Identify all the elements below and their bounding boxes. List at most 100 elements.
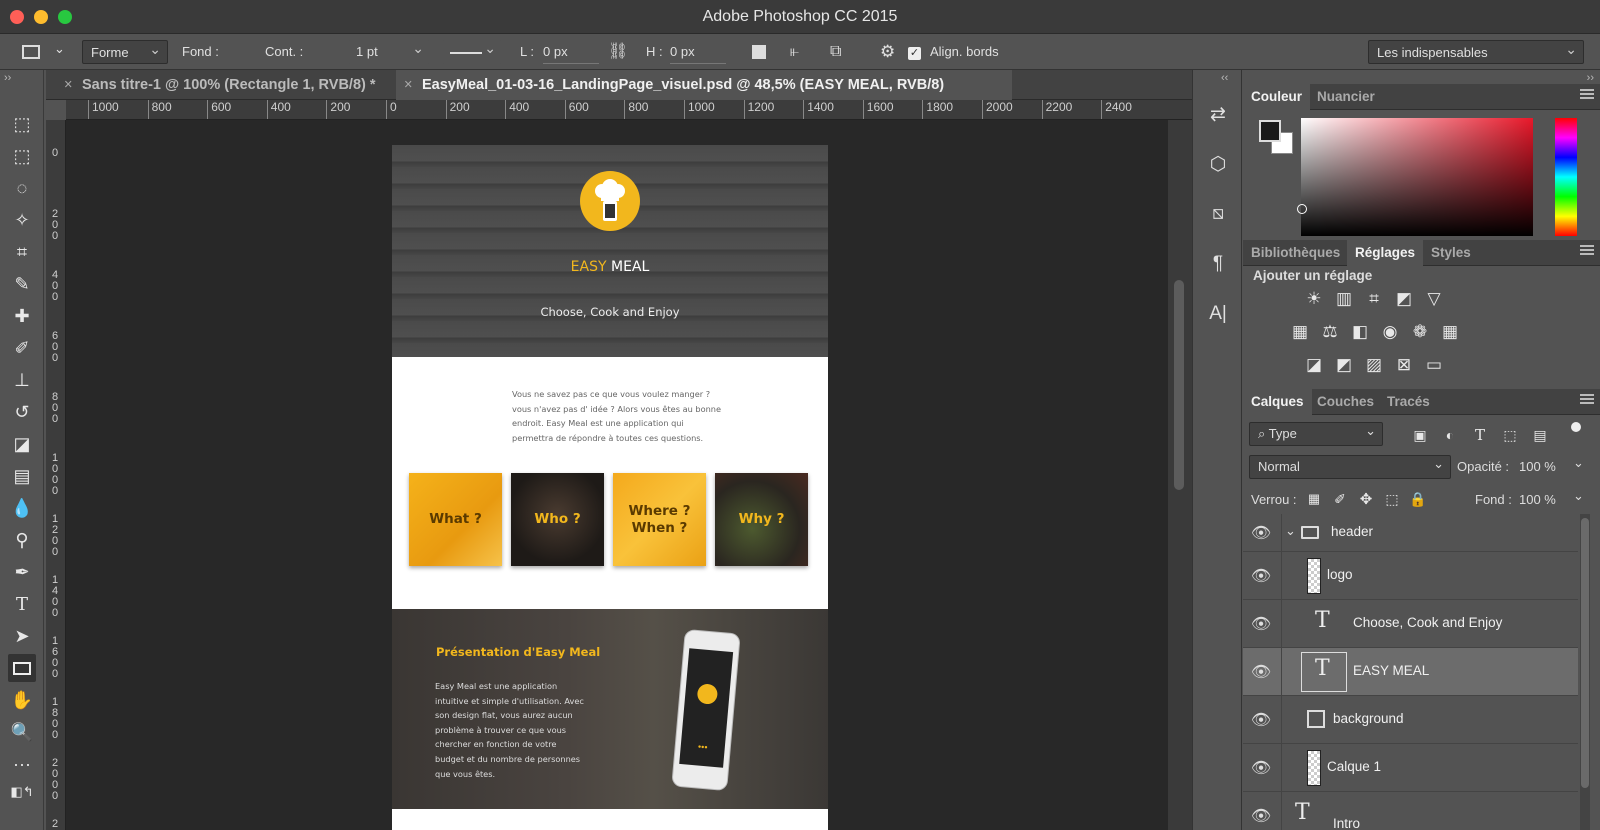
scrollbar-thumb[interactable]: [1174, 280, 1184, 490]
lock-artboard-icon[interactable]: ⬚: [1381, 488, 1403, 510]
panel-menu-icon[interactable]: [1580, 89, 1594, 99]
panel-menu-icon[interactable]: [1580, 394, 1594, 404]
history-panel-icon[interactable]: ⇄: [1203, 100, 1233, 128]
zoom-tool-icon[interactable]: 🔍: [8, 718, 36, 746]
artboard-tool-icon[interactable]: ⬚: [8, 110, 36, 138]
collapse-panels-icon[interactable]: ››: [1587, 72, 1594, 84]
layer-row-header[interactable]: 👁 ⌄ header: [1243, 514, 1578, 552]
swap-colors-icon[interactable]: ◧↰: [8, 778, 36, 806]
pen-tool-icon[interactable]: ✒: [8, 558, 36, 586]
type-tool-icon[interactable]: T: [8, 590, 36, 618]
fill-field[interactable]: 100 %: [1519, 492, 1556, 507]
dodge-tool-icon[interactable]: ⚲: [8, 526, 36, 554]
filter-type-icon[interactable]: T: [1469, 424, 1491, 446]
threshold-icon[interactable]: ▨: [1363, 354, 1385, 376]
collapse-dock-icon[interactable]: ‹‹: [1221, 72, 1228, 84]
path-alignment-icon[interactable]: ⫦: [790, 40, 799, 64]
stroke-style-dropdown[interactable]: [442, 36, 502, 64]
tab-calques[interactable]: Calques: [1243, 389, 1312, 415]
canvas-scrollbar[interactable]: [1168, 120, 1192, 830]
align-edges-checkbox[interactable]: ✓: [908, 40, 921, 64]
visibility-eye-icon[interactable]: 👁: [1249, 804, 1273, 828]
foreground-color-swatch[interactable]: [1259, 120, 1281, 142]
path-operations-icon[interactable]: [752, 40, 766, 64]
visibility-eye-icon[interactable]: 👁: [1249, 564, 1273, 588]
invert-icon[interactable]: ◪: [1303, 354, 1325, 376]
hand-tool-icon[interactable]: ✋: [8, 686, 36, 714]
rectangle-tool-icon[interactable]: [8, 654, 36, 682]
eraser-tool-icon[interactable]: ◪: [8, 430, 36, 458]
blend-mode-dropdown[interactable]: Normal ⌄: [1249, 455, 1451, 479]
filter-adjustment-icon[interactable]: ◐: [1439, 424, 1461, 446]
layer-row-easy-meal[interactable]: 👁 T EASY MEAL: [1243, 648, 1578, 696]
collapse-toolbar-icon[interactable]: ››: [4, 72, 11, 84]
layer-row-logo[interactable]: 👁 logo: [1243, 552, 1578, 600]
layer-row-calque-1[interactable]: 👁 Calque 1: [1243, 744, 1578, 792]
tab-couches[interactable]: Couches: [1309, 389, 1382, 415]
crop-tool-icon[interactable]: ⌗: [8, 238, 36, 266]
channel-mixer-icon[interactable]: ❁: [1409, 321, 1431, 343]
visibility-eye-icon[interactable]: 👁: [1249, 756, 1273, 780]
vertical-ruler[interactable]: 0 2 0 0 4 0 0 6 0 0 8 0 0 1 0 0 0 1 2 0 0 1 4 0…: [46, 120, 66, 830]
magic-wand-tool-icon[interactable]: ✧: [8, 206, 36, 234]
paragraph-panel-icon[interactable]: ¶: [1203, 250, 1233, 278]
color-picker-marker[interactable]: [1297, 204, 1307, 214]
vibrance-icon[interactable]: ▽: [1423, 288, 1445, 310]
visibility-eye-icon[interactable]: 👁: [1249, 660, 1273, 684]
tool-preset-picker[interactable]: ⌄: [22, 40, 68, 64]
curves-icon[interactable]: ⌗: [1363, 288, 1385, 310]
tab-couleur[interactable]: Couleur: [1243, 84, 1311, 110]
marquee-tool-icon[interactable]: ⬚: [8, 142, 36, 170]
path-arrangement-icon[interactable]: ⧉: [830, 40, 841, 64]
filter-pixel-icon[interactable]: ▣: [1409, 424, 1431, 446]
close-tab-icon[interactable]: ×: [404, 70, 412, 100]
photo-filter-icon[interactable]: ◉: [1379, 321, 1401, 343]
hue-slider[interactable]: [1555, 118, 1577, 236]
black-white-icon[interactable]: ◧: [1349, 321, 1371, 343]
color-field[interactable]: [1301, 118, 1533, 236]
tab-easymeal[interactable]: × EasyMeal_01-03-16_LandingPage_visuel.p…: [396, 70, 1012, 100]
healing-brush-tool-icon[interactable]: ✚: [8, 302, 36, 330]
tab-nuancier[interactable]: Nuancier: [1309, 84, 1383, 110]
tab-styles[interactable]: Styles: [1423, 240, 1479, 266]
more-tools-icon[interactable]: ···: [8, 750, 36, 778]
horizontal-ruler[interactable]: 1000 800 600 400 200 0 200 400 600 800 1000 1200 140…: [66, 100, 1192, 120]
opacity-field[interactable]: 100 %: [1519, 459, 1556, 474]
brush-tool-icon[interactable]: ✐: [8, 334, 36, 362]
color-lookup-icon[interactable]: ▦: [1439, 321, 1461, 343]
layer-row-tagline[interactable]: 👁 T Choose, Cook and Enjoy: [1243, 600, 1578, 648]
blur-tool-icon[interactable]: 💧: [8, 494, 36, 522]
scrollbar-thumb[interactable]: [1581, 518, 1589, 788]
tab-bibliotheques[interactable]: Bibliothèques: [1243, 240, 1348, 266]
document-artboard[interactable]: EASY MEAL Choose, Cook and Enjoy Vous ne…: [392, 145, 828, 830]
tab-untitled[interactable]: × Sans titre-1 @ 100% (Rectangle 1, RVB/…: [56, 70, 398, 100]
lock-position-icon[interactable]: ✥: [1355, 488, 1377, 510]
lock-all-icon[interactable]: 🔒: [1407, 488, 1429, 510]
gear-icon[interactable]: ⚙: [880, 40, 895, 64]
filter-toggle[interactable]: [1571, 422, 1581, 444]
clone-stamp-tool-icon[interactable]: ⊥: [8, 366, 36, 394]
layer-filter-dropdown[interactable]: ⌕ Type ⌄: [1249, 422, 1383, 446]
history-brush-tool-icon[interactable]: ↺: [8, 398, 36, 426]
hue-saturation-icon[interactable]: ▦: [1289, 321, 1311, 343]
path-selection-tool-icon[interactable]: ➤: [8, 622, 36, 650]
gradient-tool-icon[interactable]: ▤: [8, 462, 36, 490]
width-field[interactable]: 0 px: [543, 40, 599, 64]
lasso-tool-icon[interactable]: ◌: [8, 174, 36, 202]
exposure-icon[interactable]: ◩: [1393, 288, 1415, 310]
lock-pixels-icon[interactable]: ✐: [1329, 488, 1351, 510]
selective-color-icon[interactable]: ⊠: [1393, 354, 1415, 376]
3d-panel-icon[interactable]: ⬡: [1203, 150, 1233, 178]
link-icon[interactable]: ⛓: [608, 40, 628, 64]
visibility-eye-icon[interactable]: 👁: [1249, 612, 1273, 636]
shape-mode-dropdown[interactable]: Forme: [82, 37, 168, 64]
lock-transparency-icon[interactable]: ▦: [1303, 488, 1325, 510]
levels-icon[interactable]: ▥: [1333, 288, 1355, 310]
chevron-down-icon[interactable]: ⌄: [1285, 523, 1296, 539]
gradient-map-icon[interactable]: ▭: [1423, 354, 1445, 376]
panel-menu-icon[interactable]: [1580, 245, 1594, 255]
visibility-eye-icon[interactable]: 👁: [1249, 708, 1273, 732]
tab-traces[interactable]: Tracés: [1379, 389, 1438, 415]
chevron-down-icon[interactable]: ⌄: [1573, 455, 1584, 471]
height-field[interactable]: 0 px: [670, 40, 726, 64]
